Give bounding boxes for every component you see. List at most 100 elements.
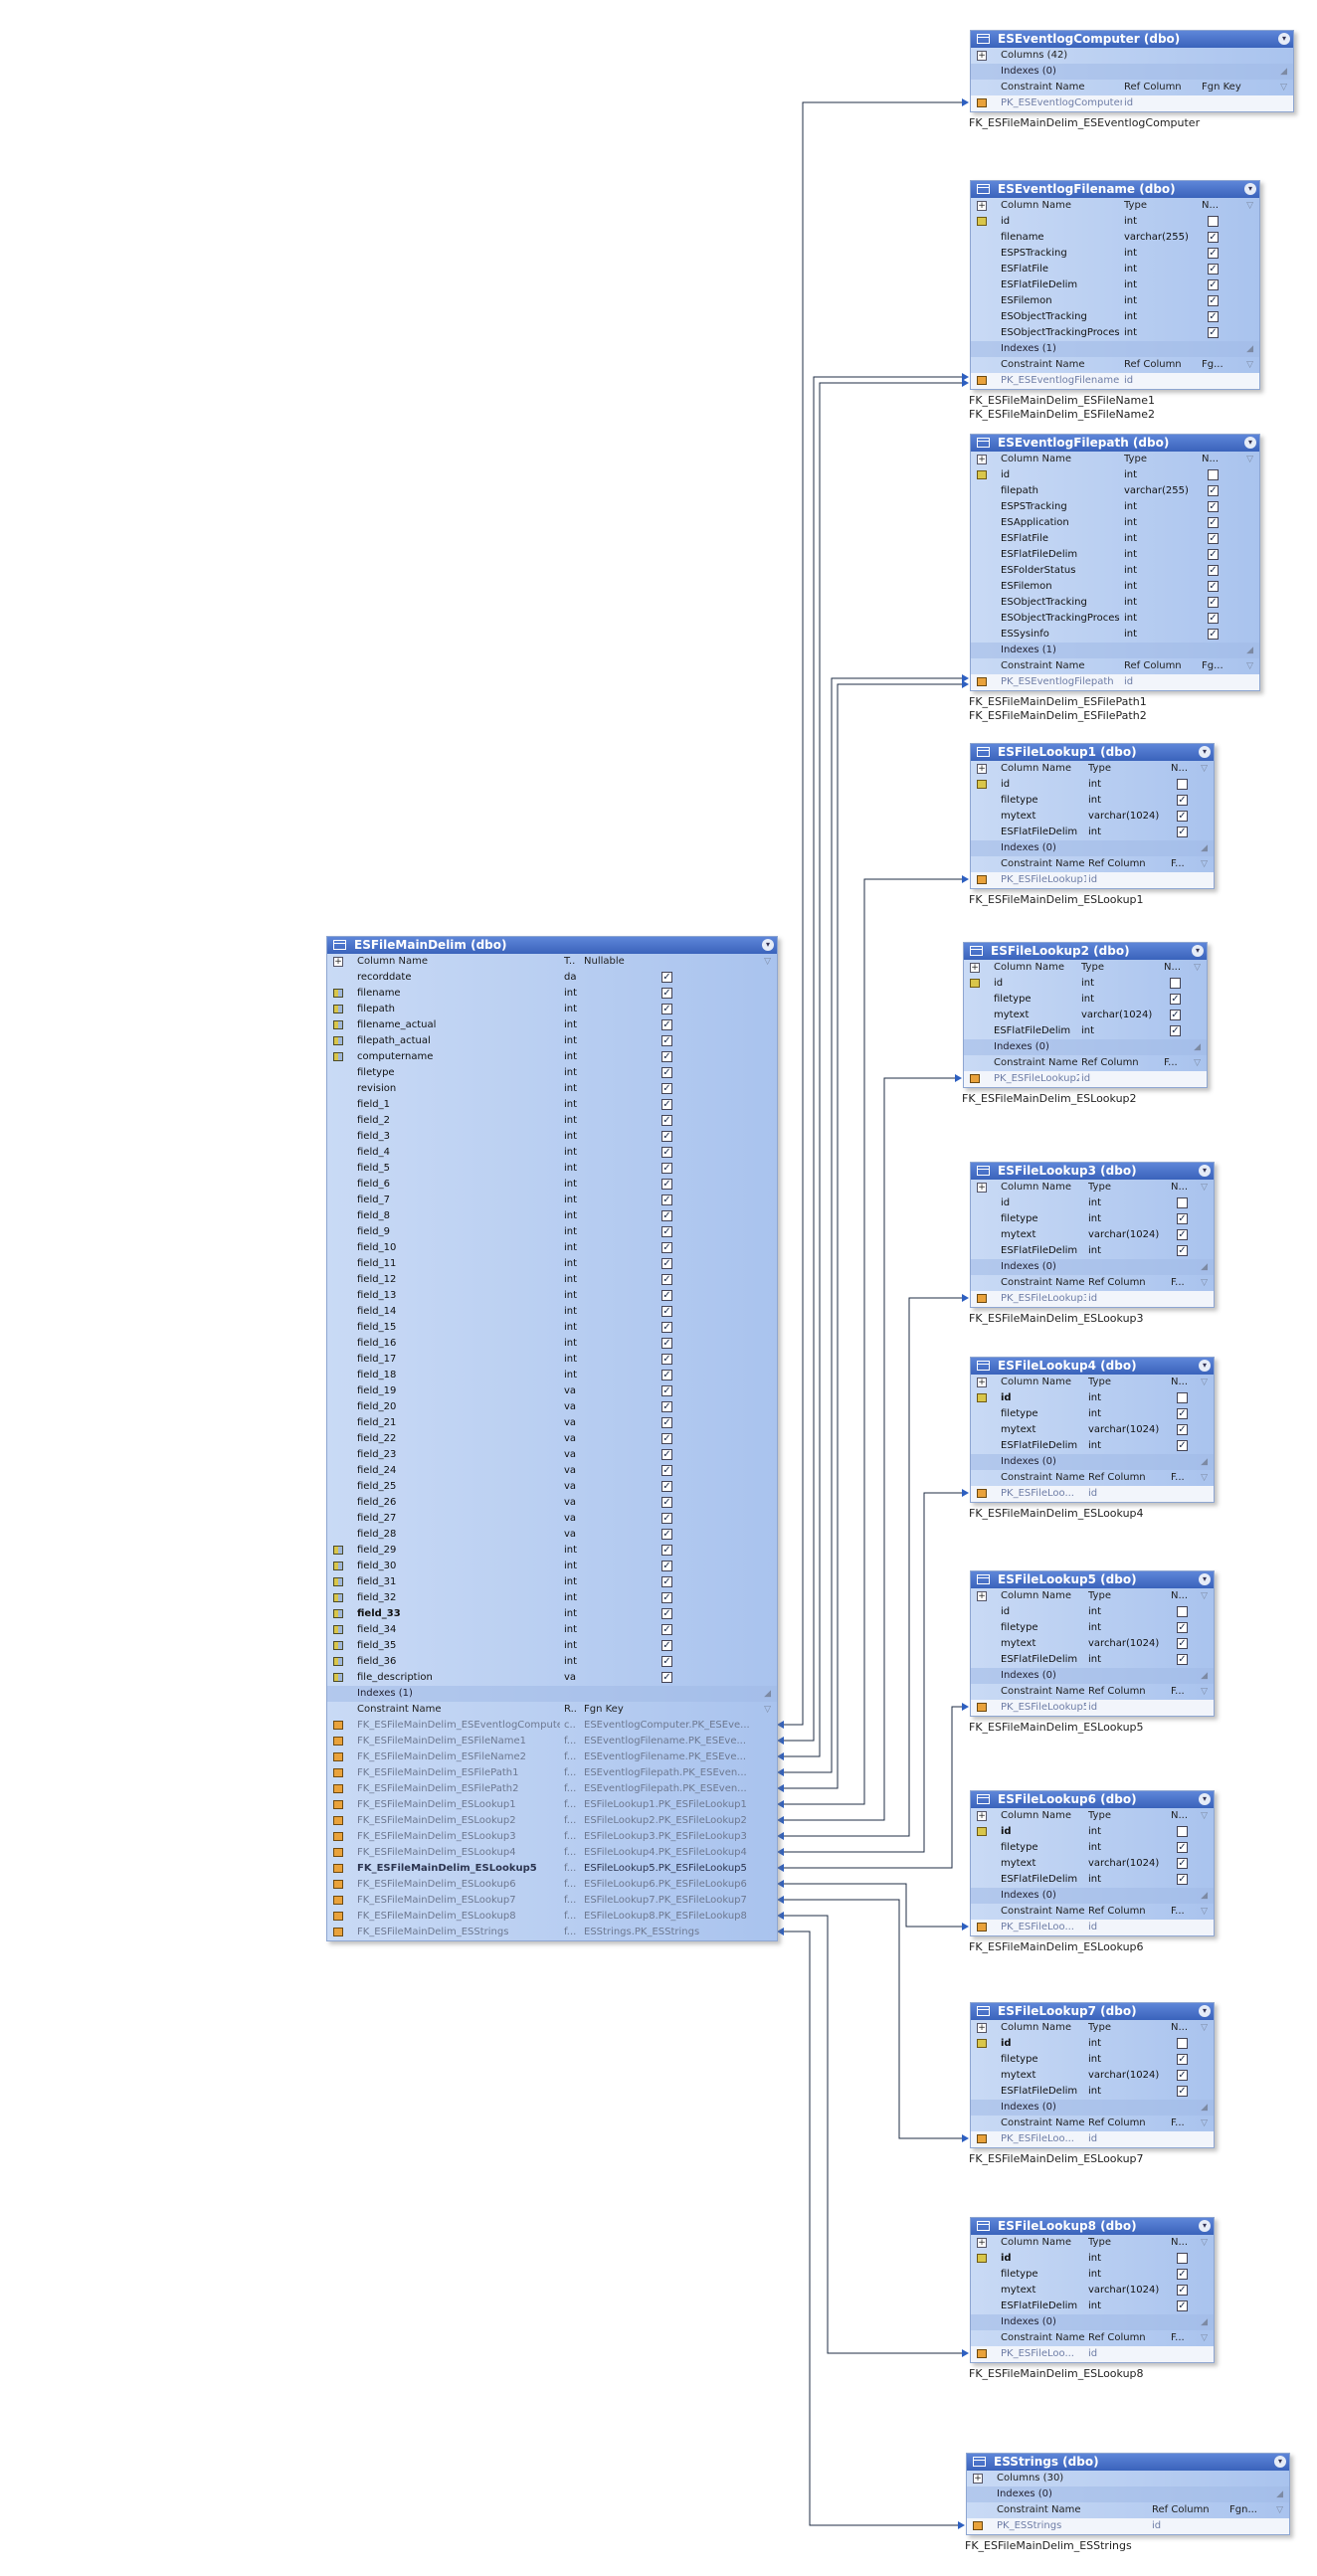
nullable-checkbox[interactable]: ✓	[1177, 1858, 1188, 1869]
nullable-checkbox[interactable]: ✓	[661, 1656, 672, 1667]
primary-key-constraint-row[interactable]: PK_ESFileLookup2 id	[964, 1071, 1207, 1087]
table-column-row[interactable]: field_27 va ✓	[327, 1511, 777, 1527]
collapse-icon[interactable]: ◢	[1201, 840, 1208, 856]
expand-icon[interactable]: +	[977, 1811, 987, 1821]
nullable-checkbox[interactable]: ✓	[1177, 1408, 1188, 1419]
nullable-checkbox[interactable]: ✓	[661, 1576, 672, 1587]
nullable-checkbox[interactable]: ✓	[1208, 279, 1219, 290]
table-column-row[interactable]: id int	[971, 777, 1214, 793]
expand-icon[interactable]: +	[970, 963, 980, 973]
nullable-checkbox[interactable]: ✓	[1177, 811, 1188, 822]
table-title-bar[interactable]: ESEventlogFilepath (dbo) ▾	[971, 435, 1259, 452]
nullable-checkbox[interactable]: ✓	[661, 972, 672, 983]
collapse-icon[interactable]: ◢	[1201, 1668, 1208, 1684]
table-column-row[interactable]: ESFlatFileDelim int ✓	[971, 277, 1259, 293]
table-column-row[interactable]: filetype int ✓	[327, 1065, 777, 1081]
table-column-row[interactable]: filetype int ✓	[971, 1406, 1214, 1422]
table-column-row[interactable]: field_7 int ✓	[327, 1193, 777, 1208]
filter-icon[interactable]: ▽	[1201, 856, 1208, 872]
primary-key-constraint-row[interactable]: PK_ESEventlogFilepath id	[971, 674, 1259, 690]
nullable-checkbox[interactable]: ✓	[1208, 327, 1219, 338]
nullable-checkbox[interactable]: ✓	[1177, 2086, 1188, 2097]
nullable-checkbox[interactable]: ✓	[1208, 533, 1219, 544]
foreign-key-constraint-row[interactable]: FK_ESFileMainDelim_ESLookup2 f... ESFileLo…	[327, 1813, 777, 1829]
table-column-row[interactable]: field_25 va ✓	[327, 1479, 777, 1495]
table-column-row[interactable]: field_19 va ✓	[327, 1383, 777, 1399]
table-column-row[interactable]: ESFlatFileDelim int ✓	[971, 1438, 1214, 1454]
filter-icon[interactable]: ▽	[1201, 1375, 1208, 1390]
table-column-row[interactable]: mytext varchar(1024) ✓	[971, 1227, 1214, 1243]
relationship-line[interactable]	[782, 1706, 962, 1869]
filter-icon[interactable]: ▽	[1276, 2502, 1283, 2518]
collapse-icon[interactable]: ◢	[1280, 64, 1287, 80]
indexes-row[interactable]: Indexes (0) ◢	[971, 1259, 1214, 1275]
table-column-row[interactable]: id int	[971, 1196, 1214, 1211]
table-column-row[interactable]: mytext varchar(1024) ✓	[971, 809, 1214, 825]
filter-icon[interactable]: ▽	[1201, 2116, 1208, 2131]
nullable-checkbox[interactable]: ✓	[661, 1258, 672, 1269]
table-title-bar[interactable]: ESFileLookup5 (dbo) ▾	[971, 1571, 1214, 1588]
indexes-row[interactable]: Indexes (0) ◢	[971, 1454, 1214, 1470]
filter-icon[interactable]: ▽	[1201, 1275, 1208, 1291]
table-column-row[interactable]: filepath varchar(255) ✓	[971, 483, 1259, 499]
collapse-icon[interactable]: ◢	[1276, 2486, 1283, 2502]
nullable-checkbox[interactable]: ✓	[1177, 827, 1188, 837]
collapse-button[interactable]: ▾	[1192, 945, 1204, 957]
table-column-row[interactable]: filetype int ✓	[971, 1620, 1214, 1636]
expand-icon[interactable]: +	[977, 51, 987, 61]
table-column-row[interactable]: field_2 int ✓	[327, 1113, 777, 1129]
table-title-bar[interactable]: ESFileLookup1 (dbo) ▾	[971, 744, 1214, 761]
nullable-checkbox[interactable]: ✓	[1208, 485, 1219, 496]
collapse-icon[interactable]: ◢	[1201, 1259, 1208, 1275]
foreign-key-constraint-row[interactable]: FK_ESFileMainDelim_ESLookup3 f... ESFileLo…	[327, 1829, 777, 1845]
nullable-checkbox[interactable]	[1177, 1392, 1188, 1403]
table-esfilelookup1[interactable]: ESFileLookup1 (dbo) ▾ + Column Name Type N...…	[970, 743, 1215, 889]
nullable-checkbox[interactable]: ✓	[661, 1115, 672, 1126]
expand-icon[interactable]: +	[977, 201, 987, 211]
primary-key-constraint-row[interactable]: PK_ESEventlogComputer id	[971, 95, 1293, 111]
table-title-bar[interactable]: ESFileLookup2 (dbo) ▾	[964, 943, 1207, 960]
nullable-checkbox[interactable]: ✓	[1170, 1025, 1181, 1036]
table-esfilelookup8[interactable]: ESFileLookup8 (dbo) ▾ + Column Name Type N...…	[970, 2217, 1215, 2363]
nullable-checkbox[interactable]	[1177, 1197, 1188, 1208]
foreign-key-constraint-row[interactable]: FK_ESFileMainDelim_ESLookup6 f... ESFileLo…	[327, 1877, 777, 1893]
nullable-checkbox[interactable]: ✓	[1177, 795, 1188, 806]
relationship-line[interactable]	[782, 1915, 962, 2354]
nullable-checkbox[interactable]: ✓	[661, 1210, 672, 1221]
table-title-bar[interactable]: ESFileLookup7 (dbo) ▾	[971, 2003, 1214, 2020]
table-column-row[interactable]: ESFlatFileDelim int ✓	[971, 1872, 1214, 1888]
table-column-row[interactable]: field_33 int ✓	[327, 1606, 777, 1622]
nullable-checkbox[interactable]: ✓	[1208, 232, 1219, 243]
nullable-checkbox[interactable]: ✓	[1208, 613, 1219, 624]
nullable-checkbox[interactable]: ✓	[661, 1083, 672, 1094]
table-column-row[interactable]: mytext varchar(1024) ✓	[971, 2068, 1214, 2084]
indexes-row[interactable]: Indexes (0) ◢	[971, 2100, 1214, 2116]
nullable-checkbox[interactable]: ✓	[661, 1545, 672, 1556]
relationship-line[interactable]	[782, 1297, 962, 1837]
nullable-checkbox[interactable]: ✓	[661, 1624, 672, 1635]
nullable-checkbox[interactable]: ✓	[1177, 1842, 1188, 1853]
table-column-row[interactable]: recorddate da ✓	[327, 970, 777, 986]
table-esfilelookup5[interactable]: ESFileLookup5 (dbo) ▾ + Column Name Type N...…	[970, 1570, 1215, 1717]
nullable-checkbox[interactable]: ✓	[1208, 264, 1219, 275]
filter-icon[interactable]: ▽	[1201, 1904, 1208, 1920]
filter-icon[interactable]: ▽	[1246, 658, 1253, 674]
collapse-icon[interactable]: ◢	[1246, 341, 1253, 357]
nullable-checkbox[interactable]: ✓	[1177, 2269, 1188, 2280]
table-column-row[interactable]: mytext varchar(1024) ✓	[964, 1008, 1207, 1023]
primary-key-constraint-row[interactable]: PK_ESStrings id	[967, 2518, 1289, 2534]
table-column-row[interactable]: ESFilemon int ✓	[971, 579, 1259, 595]
table-column-row[interactable]: field_36 int ✓	[327, 1654, 777, 1670]
nullable-checkbox[interactable]: ✓	[661, 1242, 672, 1253]
table-column-row[interactable]: filetype int ✓	[971, 2267, 1214, 2283]
table-esfilelookup4[interactable]: ESFileLookup4 (dbo) ▾ + Column Name Type N...…	[970, 1357, 1215, 1503]
table-column-row[interactable]: ESFlatFileDelim int ✓	[971, 1652, 1214, 1668]
table-column-row[interactable]: file_description va ✓	[327, 1670, 777, 1686]
nullable-checkbox[interactable]: ✓	[661, 1163, 672, 1174]
nullable-checkbox[interactable]: ✓	[661, 1322, 672, 1333]
nullable-checkbox[interactable]: ✓	[1208, 597, 1219, 608]
table-column-row[interactable]: field_23 va ✓	[327, 1447, 777, 1463]
relationship-line[interactable]	[782, 878, 962, 1805]
collapse-icon[interactable]: ◢	[1246, 643, 1253, 658]
nullable-checkbox[interactable]: ✓	[1177, 1622, 1188, 1633]
